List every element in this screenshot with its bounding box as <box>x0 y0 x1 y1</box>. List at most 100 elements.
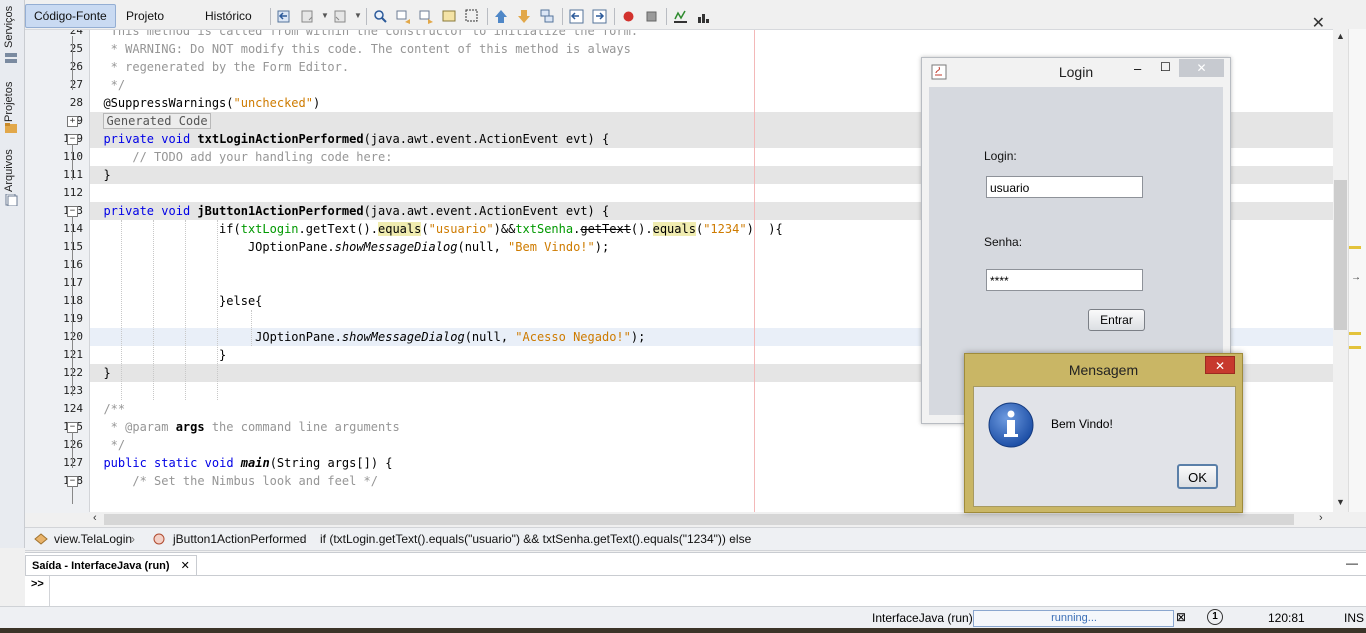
tab-services[interactable]: Serviços <box>0 0 24 70</box>
code-token: This method is called from within the co… <box>89 29 639 38</box>
code-token: } <box>89 348 227 362</box>
code-line[interactable]: } <box>89 364 110 382</box>
code-token: .getText(). <box>298 222 378 236</box>
code-line[interactable]: Generated Code <box>89 112 211 130</box>
code-line[interactable]: */ <box>89 436 125 454</box>
find-previous-icon[interactable] <box>396 9 411 24</box>
status-project: InterfaceJava (run) <box>872 611 973 625</box>
breadcrumb-item-method[interactable]: jButton1ActionPerformed <box>173 532 306 546</box>
caret-position: 120:81 <box>1268 611 1305 625</box>
code-line[interactable]: @SuppressWarnings("unchecked") <box>89 94 320 112</box>
rectangular-selection-icon[interactable] <box>465 9 480 24</box>
stripe-mark[interactable] <box>1349 246 1361 249</box>
go-back-icon[interactable] <box>300 9 315 24</box>
ok-button[interactable]: OK <box>1177 464 1218 489</box>
notifications-icon[interactable]: 1 <box>1207 609 1223 625</box>
code-line[interactable]: This method is called from within the co… <box>89 29 639 40</box>
tab-projects[interactable]: Projetos <box>0 72 24 140</box>
progress-bar[interactable]: running... <box>973 610 1174 627</box>
code-token: (). <box>630 222 653 236</box>
code-line[interactable]: }else{ <box>89 292 262 310</box>
code-token: ); <box>594 240 610 254</box>
code-line[interactable]: * WARNING: Do NOT modify this code. The … <box>89 40 631 58</box>
tab-history[interactable]: Histórico <box>197 4 260 28</box>
code-line[interactable]: * regenerated by the Form Editor. <box>89 58 349 76</box>
previous-bookmark-icon[interactable] <box>494 9 509 24</box>
code-token: static <box>154 456 198 470</box>
dropdown-arrow-icon[interactable]: ▼ <box>321 11 329 20</box>
code-line[interactable]: private void txtLoginActionPerformed(jav… <box>89 130 609 148</box>
close-button[interactable]: ✕ <box>1179 59 1224 77</box>
output-tab[interactable]: Saída - InterfaceJava (run) ✕ <box>25 555 197 576</box>
output-console[interactable]: >> <box>25 575 1366 606</box>
next-bookmark-icon[interactable] <box>517 9 532 24</box>
stripe-mark[interactable] <box>1349 346 1361 349</box>
code-line[interactable]: /** <box>89 400 125 418</box>
go-forward-icon[interactable] <box>333 9 348 24</box>
line-number: 112 <box>63 186 83 199</box>
close-icon[interactable]: ✕ <box>181 560 190 572</box>
code-line[interactable]: JOptionPane.showMessageDialog(null, "Bem… <box>89 238 609 256</box>
code-token: txtLoginActionPerformed <box>197 132 364 146</box>
dropdown-arrow-icon[interactable]: ▼ <box>354 11 362 20</box>
breadcrumb-item-class[interactable]: view.TelaLogin <box>54 532 132 546</box>
shift-right-icon[interactable] <box>592 9 607 24</box>
cancel-task-icon[interactable]: ⊠ <box>1176 610 1186 624</box>
code-line[interactable]: } <box>89 166 110 184</box>
error-stripe[interactable] <box>1348 29 1366 512</box>
scroll-right-icon[interactable]: › <box>1319 512 1323 524</box>
toggle-bookmark-icon[interactable] <box>540 9 555 24</box>
breadcrumb-item-statement[interactable]: if (txtLogin.getText().equals("usuario")… <box>320 532 751 546</box>
code-token: /* Set the Nimbus look and feel */ <box>89 474 378 488</box>
password-field[interactable]: **** <box>986 269 1143 291</box>
code-token: "Bem Vindo!" <box>508 240 595 254</box>
enter-button[interactable]: Entrar <box>1088 309 1145 331</box>
minimize-icon[interactable]: — <box>1346 556 1358 570</box>
code-line[interactable]: */ <box>89 76 125 94</box>
maximize-icon[interactable]: ☐ <box>1160 60 1171 74</box>
scroll-up-icon[interactable]: ▲ <box>1336 31 1345 41</box>
shift-left-icon[interactable] <box>569 9 584 24</box>
stop-macro-recording-icon[interactable] <box>644 9 659 24</box>
code-token: )&& <box>493 222 516 236</box>
code-line[interactable]: } <box>89 346 226 364</box>
line-number: 122 <box>63 366 83 379</box>
login-field[interactable]: usuario <box>986 176 1143 198</box>
message-content: Bem Vindo! OK <box>973 386 1236 507</box>
find-icon[interactable] <box>373 9 388 24</box>
start-watch-icon[interactable] <box>673 9 688 24</box>
back-history-icon[interactable] <box>277 9 292 24</box>
tab-source[interactable]: Código-Fonte <box>25 4 116 28</box>
code-token: private <box>103 132 155 146</box>
close-button[interactable]: ✕ <box>1205 356 1235 374</box>
horizontal-scroll-thumb[interactable] <box>104 514 1294 525</box>
code-line[interactable]: // TODO add your handling code here: <box>89 148 392 166</box>
minimize-icon[interactable]: – <box>1134 61 1141 76</box>
stats-icon[interactable] <box>696 9 711 24</box>
output-rerun-button[interactable]: >> <box>31 578 44 590</box>
progress-text: running... <box>1051 612 1097 624</box>
method-icon <box>153 533 165 545</box>
line-number: 110 <box>63 150 83 163</box>
toggle-highlight-icon[interactable] <box>442 9 457 24</box>
code-line[interactable]: private void jButton1ActionPerformed(jav… <box>89 202 609 220</box>
code-line[interactable]: /* Set the Nimbus look and feel */ <box>89 472 378 490</box>
scroll-down-icon[interactable]: ▼ <box>1336 497 1345 507</box>
tab-files[interactable]: Arquivos <box>0 142 24 212</box>
code-line[interactable]: * @param args the command line arguments <box>89 418 400 436</box>
code-line[interactable]: public static void main(String args[]) { <box>89 454 392 472</box>
code-token: Generated Code <box>103 113 211 129</box>
code-token: ) ){ <box>746 222 783 236</box>
code-token: ); <box>630 330 646 344</box>
code-line[interactable]: if(txtLogin.getText().equals("usuario")&… <box>89 220 783 238</box>
code-token: private <box>103 204 155 218</box>
expand-fold-icon[interactable]: + <box>67 116 78 127</box>
stripe-mark[interactable] <box>1349 332 1361 335</box>
tab-project[interactable]: Projeto <box>118 4 172 28</box>
start-macro-recording-icon[interactable] <box>621 9 636 24</box>
scroll-left-icon[interactable]: ‹ <box>93 512 97 524</box>
find-next-icon[interactable] <box>419 9 434 24</box>
vertical-scroll-thumb[interactable] <box>1334 180 1347 330</box>
code-line[interactable]: JOptionPane.showMessageDialog(null, "Ace… <box>89 328 645 346</box>
